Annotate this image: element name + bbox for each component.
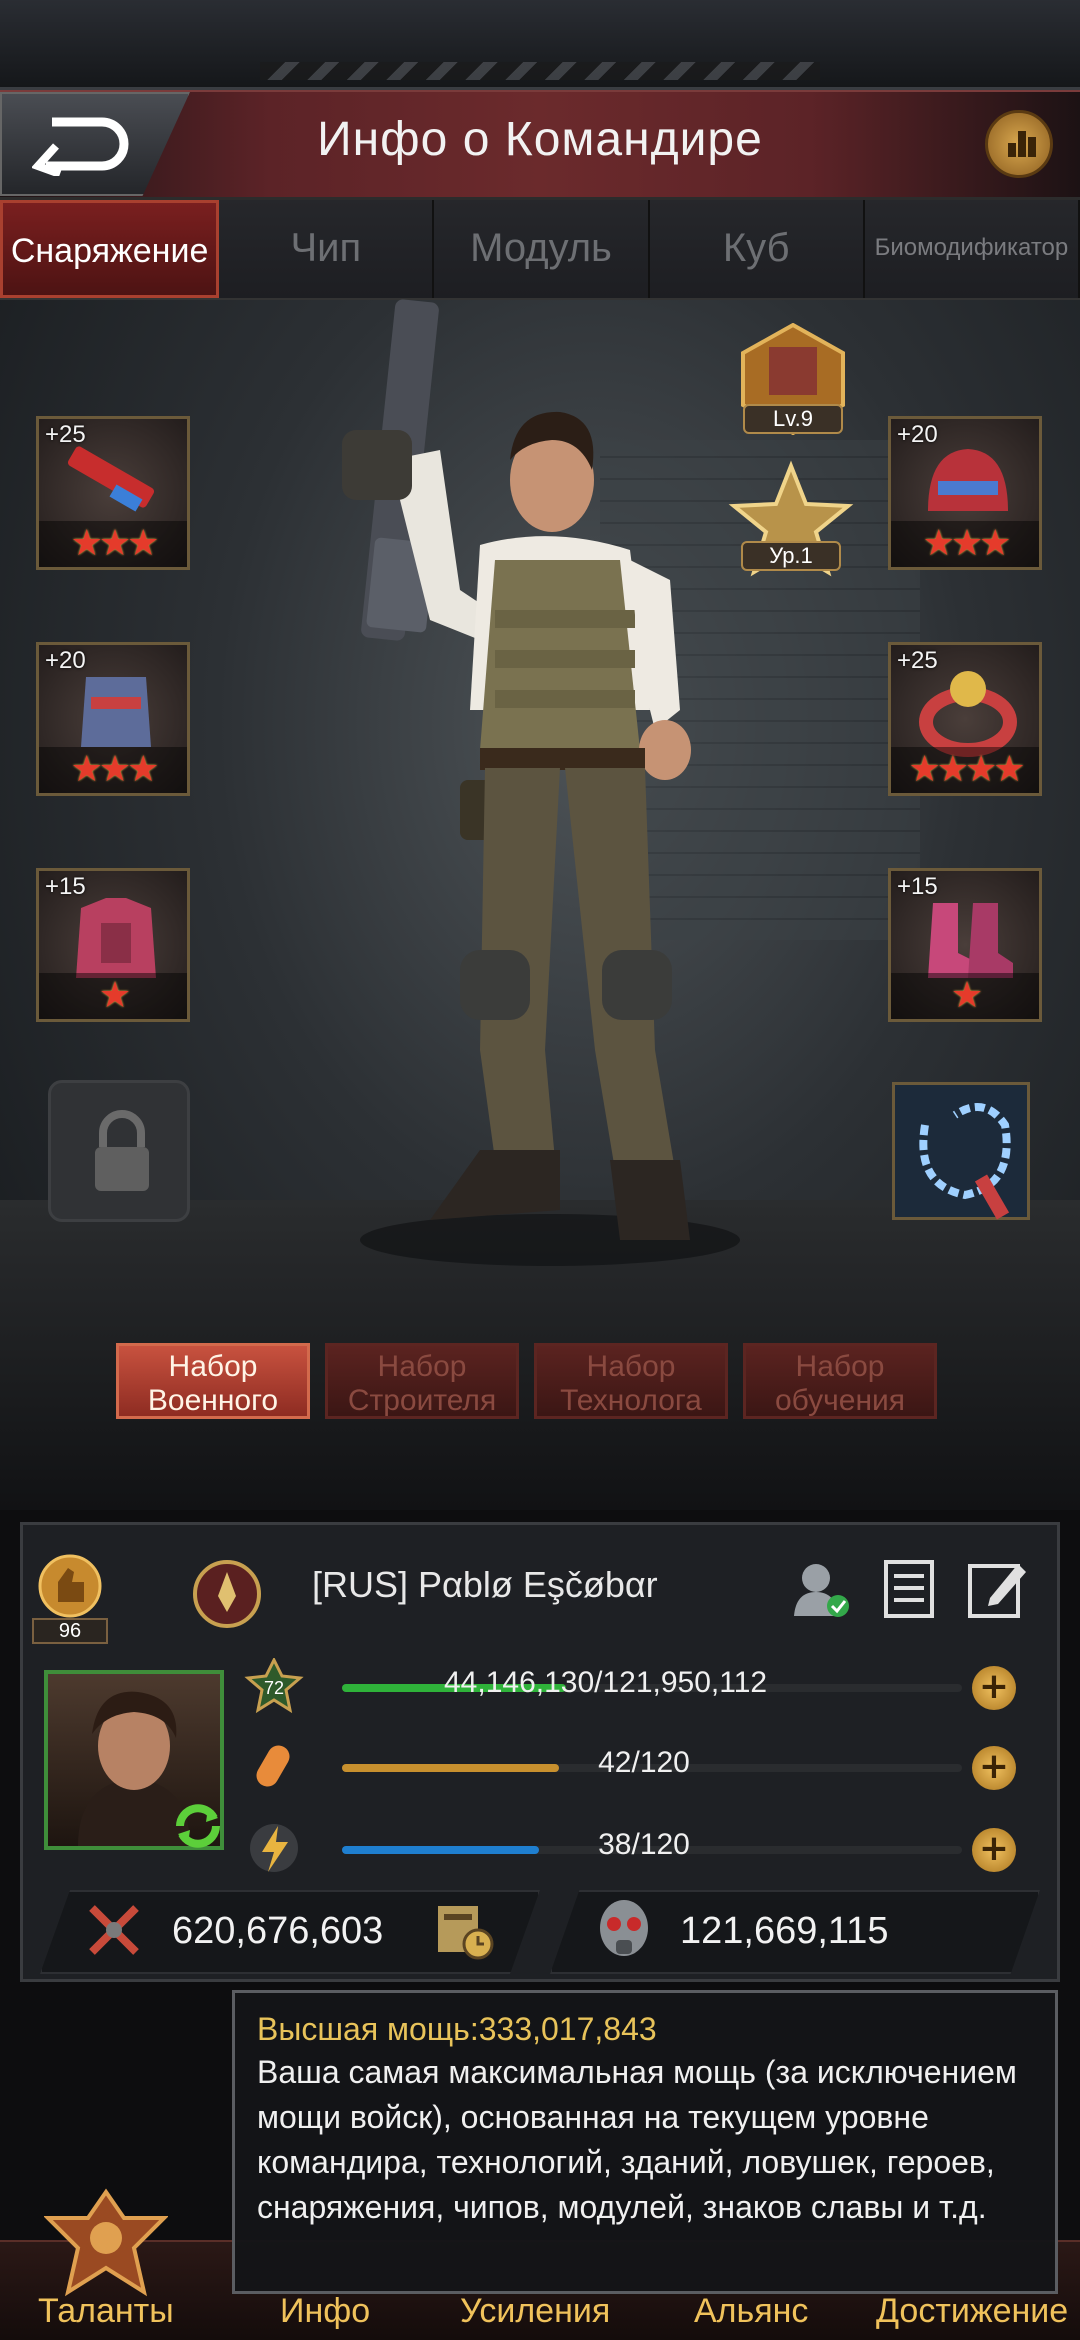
- power-info-icon[interactable]: [432, 1898, 496, 1962]
- tooltip-title: Высшая мощь:333,017,843: [257, 2011, 657, 2047]
- document-list-icon[interactable]: [878, 1558, 940, 1620]
- arm-guard-icon: [81, 677, 151, 747]
- nav-achievements[interactable]: Достижение: [876, 2292, 1068, 2331]
- commander-level: 72: [264, 1678, 284, 1698]
- commander-figure: [342, 299, 740, 1266]
- locked-slot[interactable]: [48, 1080, 190, 1222]
- star-rating: ★: [39, 973, 187, 1019]
- set-training-button[interactable]: Набор обучения: [743, 1343, 937, 1419]
- energy-value: 38/120: [598, 1828, 690, 1861]
- equip-slot-weapon[interactable]: +25 ★★★: [36, 416, 190, 570]
- equip-slot-body[interactable]: +15 ★: [36, 868, 190, 1022]
- edit-icon[interactable]: [966, 1558, 1028, 1620]
- stamina-pill-icon: [256, 1745, 290, 1787]
- refresh-icon[interactable]: [168, 1796, 228, 1856]
- equip-level: +20: [45, 647, 86, 674]
- exp-value: 44,146,130/121,950,112: [444, 1666, 768, 1699]
- add-energy-button[interactable]: +: [972, 1828, 1016, 1872]
- star-rating: ★★★: [39, 521, 187, 567]
- rank-badge-text: Ур.1: [741, 541, 841, 571]
- ring-icon: [919, 671, 1017, 757]
- kills-value: 121,669,115: [680, 1910, 889, 1952]
- star-rating: ★★★: [891, 521, 1039, 567]
- add-stamina-button[interactable]: +: [972, 1746, 1016, 1790]
- tab-biomodifier[interactable]: Биомодификатор: [864, 200, 1080, 298]
- status-area: [0, 0, 1080, 90]
- equip-slot-helmet[interactable]: +20 ★★★: [888, 416, 1042, 570]
- tab-cube[interactable]: Куб: [649, 200, 865, 298]
- equip-level: +15: [897, 873, 938, 900]
- stats-button[interactable]: [985, 110, 1053, 178]
- tab-bar: Снаряжение Чип Модуль Куб Биомодификатор: [0, 200, 1080, 300]
- nav-talents[interactable]: Таланты: [38, 2292, 174, 2331]
- rifle-icon: [67, 446, 155, 512]
- exp-row: 72 44,146,130/121,950,112 +: [244, 1656, 1044, 1716]
- tab-module[interactable]: Модуль: [434, 200, 650, 298]
- thumbs-up-medal-icon: [38, 1554, 102, 1618]
- star-rating: ★★★: [39, 747, 187, 793]
- set-military-button[interactable]: Набор Военного: [116, 1343, 310, 1419]
- equip-slot-gloves[interactable]: +20 ★★★: [36, 642, 190, 796]
- body-armor-icon: [76, 898, 156, 978]
- add-exp-button[interactable]: +: [972, 1666, 1016, 1710]
- level-star-icon: 72: [244, 1658, 304, 1714]
- helmet-icon: [928, 449, 1008, 511]
- profile-verified-icon[interactable]: [790, 1558, 850, 1620]
- crossed-swords-icon: [89, 1905, 139, 1955]
- back-arrow-icon: [32, 117, 129, 176]
- rank-emblem-icon[interactable]: [188, 1556, 266, 1632]
- tab-equipment[interactable]: Снаряжение: [0, 200, 220, 298]
- hazard-stripe: [260, 62, 820, 80]
- equip-level: +20: [897, 421, 938, 448]
- set-builder-button[interactable]: Набор Строителя: [325, 1343, 519, 1419]
- talent-emblem-icon[interactable]: [44, 2188, 168, 2298]
- page-title: Инфо о Командире: [317, 113, 763, 166]
- medal[interactable]: 96: [32, 1552, 108, 1644]
- tab-chip[interactable]: Чип: [219, 200, 435, 298]
- nav-info[interactable]: Инфо: [280, 2292, 370, 2331]
- level-badge-text: Lv.9: [743, 404, 843, 434]
- chain-whip-icon: [919, 1103, 1011, 1220]
- commander-name: [RUS] Pαblø Eşčøbαr: [312, 1564, 658, 1605]
- nav-alliance[interactable]: Альянс: [694, 2292, 808, 2331]
- power-value: 620,676,603: [172, 1910, 384, 1952]
- equip-level: +15: [45, 873, 86, 900]
- equip-slot-boots[interactable]: +15 ★: [888, 868, 1042, 1022]
- special-item-slot[interactable]: [892, 1082, 1030, 1220]
- lock-icon: [95, 1110, 149, 1191]
- medal-value: 96: [32, 1618, 108, 1644]
- tooltip-body: Ваша самая максимальная мощь (за исключе…: [257, 2054, 1017, 2225]
- stamina-row: 42/120 +: [244, 1736, 1044, 1796]
- nav-boosts[interactable]: Усиления: [460, 2292, 610, 2331]
- stamina-value: 42/120: [598, 1746, 690, 1779]
- lightning-icon: [250, 1824, 298, 1872]
- boots-icon: [928, 903, 1013, 978]
- star-rating: ★: [891, 973, 1039, 1019]
- equip-slot-ring[interactable]: +25 ★★★★: [888, 642, 1042, 796]
- equip-level: +25: [45, 421, 86, 448]
- set-technologist-button[interactable]: Набор Технолога: [534, 1343, 728, 1419]
- equip-level: +25: [897, 647, 938, 674]
- gas-mask-icon: [600, 1900, 648, 1956]
- power-tooltip: Высшая мощь:333,017,843 Ваша самая макси…: [232, 1990, 1058, 2294]
- energy-row: 38/120 +: [244, 1818, 1044, 1878]
- star-rating: ★★★★: [891, 747, 1039, 793]
